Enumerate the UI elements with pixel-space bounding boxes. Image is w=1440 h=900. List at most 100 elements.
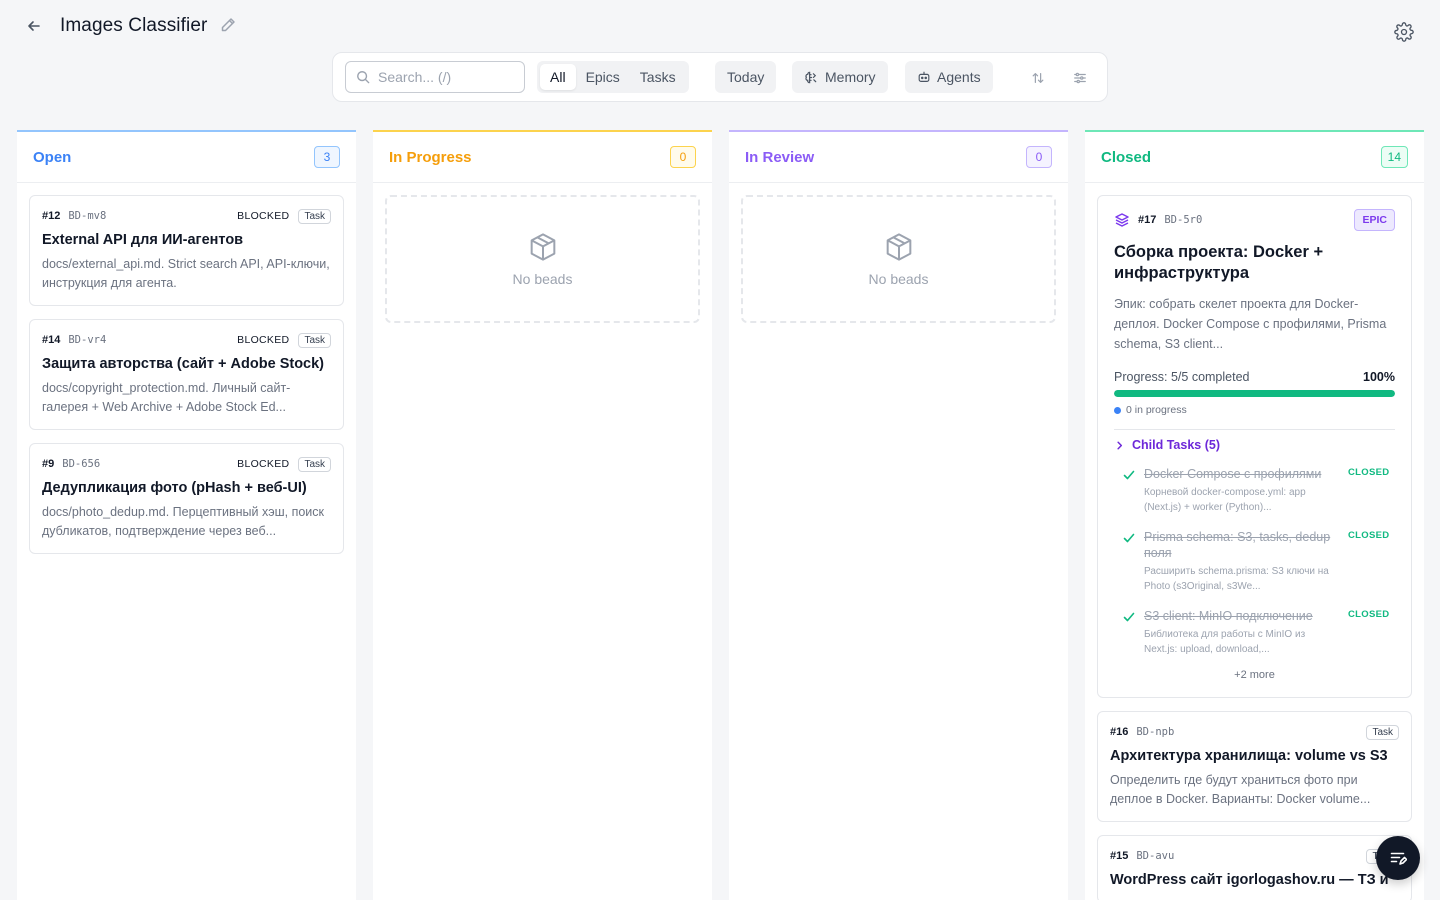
card-title: Дедупликация фото (pHash + веб-UI) [42,480,307,496]
pencil-icon [221,18,235,32]
card-title: WordPress сайт igorlogashov.ru — ТЗ и [1110,872,1389,888]
top-bar: Images Classifier [0,0,1440,52]
child-tasks-toggle[interactable]: Child Tasks (5) [1114,438,1395,452]
child-task[interactable]: Prisma schema: S3, tasks, dedup поля Рас… [1114,529,1395,594]
memory-label: Memory [825,69,876,85]
card-number: #15 [1110,850,1129,862]
in-progress-indicator: 0 in progress [1114,404,1395,416]
card-code: BD-656 [62,458,101,470]
column-title: In Review [745,148,815,166]
card-code: BD-mv8 [68,210,107,222]
today-label: Today [727,69,765,85]
column-title: Closed [1101,148,1152,166]
column-count: 0 [1026,146,1052,168]
empty-state: No beads [385,195,700,323]
progress-row: Progress: 5/5 completed 100% [1114,370,1395,384]
column-title: Open [33,148,72,166]
task-card[interactable]: #14 BD-vr4 BLOCKED Task Защита авторства… [29,319,344,430]
package-icon [886,233,911,261]
child-task-description: Библиотека для работы с MinIO из Next.js… [1144,629,1306,655]
search-input[interactable] [378,69,518,85]
card-description: docs/external_api.md. Strict search API,… [42,257,330,290]
child-task-status: CLOSED [1348,467,1390,478]
type-badge: Task [298,208,331,224]
agents-button[interactable]: Agents [905,61,993,93]
filter-all[interactable]: All [540,64,576,90]
card-number: #16 [1110,726,1129,738]
empty-state-text: No beads [868,271,929,287]
back-button[interactable] [22,14,46,38]
column-closed: Closed 14 #17 BD-5r0 EPIC Сборка проекта… [1085,130,1424,900]
status-badge: BLOCKED [237,458,290,470]
type-filter-group: All Epics Tasks [537,61,689,93]
settings-button[interactable] [1394,22,1418,46]
card-title: External API для ИИ-агентов [42,232,244,248]
epic-badge: EPIC [1354,209,1395,231]
package-icon [530,233,555,261]
search-box[interactable] [345,61,525,93]
page-title: Images Classifier [60,15,208,36]
empty-state-text: No beads [512,271,573,287]
card-description: Определить где будут храниться фото при … [1110,773,1371,806]
sort-button[interactable] [1027,67,1049,89]
task-card[interactable]: #12 BD-mv8 BLOCKED Task External API для… [29,195,344,306]
check-icon [1123,470,1135,480]
column-count: 14 [1380,146,1408,168]
task-card[interactable]: #16 BD-npb Task Архитектура хранилища: v… [1097,711,1412,822]
memory-button[interactable]: Memory [792,61,888,93]
sort-arrows-icon [1032,73,1044,83]
filter-tasks[interactable]: Tasks [630,64,686,90]
card-code: BD-vr4 [68,334,107,346]
show-more-children[interactable]: +2 more [1114,669,1395,681]
column-in-review: In Review 0 No beads [729,130,1068,900]
type-badge: Task [298,332,331,348]
chevron-right-icon [1117,441,1123,449]
progress-bar-fill [1114,390,1395,397]
type-badge: Task [1366,724,1399,740]
child-task[interactable]: S3 client: MinIO подключение Библиотека … [1114,608,1395,657]
empty-state: No beads [741,195,1056,323]
card-title: Архитектура хранилища: volume vs S3 [1110,748,1388,764]
child-task-description: Корневой docker-compose.yml: app (Next.j… [1144,487,1306,513]
divider [1114,429,1395,430]
arrow-left-icon [28,21,40,31]
check-icon [1123,533,1135,543]
column-count: 0 [670,146,696,168]
in-progress-text: 0 in progress [1126,404,1187,416]
column-header: Open 3 [17,132,356,183]
child-task-title: Prisma schema: S3, tasks, dedup поля [1144,530,1331,560]
column-count: 3 [314,146,340,168]
search-icon [357,71,370,84]
robot-icon [918,71,930,82]
filter-epics[interactable]: Epics [576,64,630,90]
edit-title-button[interactable] [219,16,239,36]
column-header: In Review 0 [729,132,1068,183]
today-button[interactable]: Today [715,61,777,93]
view-settings-button[interactable] [1069,67,1091,89]
check-icon [1123,612,1135,622]
card-title: Защита авторства (сайт + Adobe Stock) [42,356,325,372]
epic-card[interactable]: #17 BD-5r0 EPIC Сборка проекта: Docker +… [1097,195,1412,698]
list-edit-icon [1390,852,1407,865]
child-task-description: Расширить schema.prisma: S3 ключи на Pho… [1144,566,1329,592]
column-header: In Progress 0 [373,132,712,183]
agents-label: Agents [937,69,981,85]
child-task-status: CLOSED [1348,609,1390,620]
card-code: BD-npb [1136,726,1175,738]
type-badge: Task [298,456,331,472]
child-task-status: CLOSED [1348,530,1390,541]
floating-action-button[interactable] [1376,836,1420,880]
column-open: Open 3 #12 BD-mv8 BLOCKED Task External … [17,130,356,900]
epic-description: Эпик: собрать скелет проекта для Docker-… [1114,297,1387,351]
sliders-icon [1074,72,1086,84]
card-description: docs/photo_dedup.md. Перцептивный хэш, п… [42,505,324,538]
gear-icon [1394,22,1414,42]
status-badge: BLOCKED [237,210,290,222]
task-card[interactable]: #15 BD-avu Task WordPress сайт igorlogas… [1097,835,1412,900]
column-header: Closed 14 [1085,132,1424,183]
task-card[interactable]: #9 BD-656 BLOCKED Task Дедупликация фото… [29,443,344,554]
card-number: #17 [1138,214,1157,226]
card-number: #14 [42,334,61,346]
card-code: BD-avu [1136,850,1175,862]
child-task[interactable]: Docker Compose с профилями Корневой dock… [1114,466,1395,515]
